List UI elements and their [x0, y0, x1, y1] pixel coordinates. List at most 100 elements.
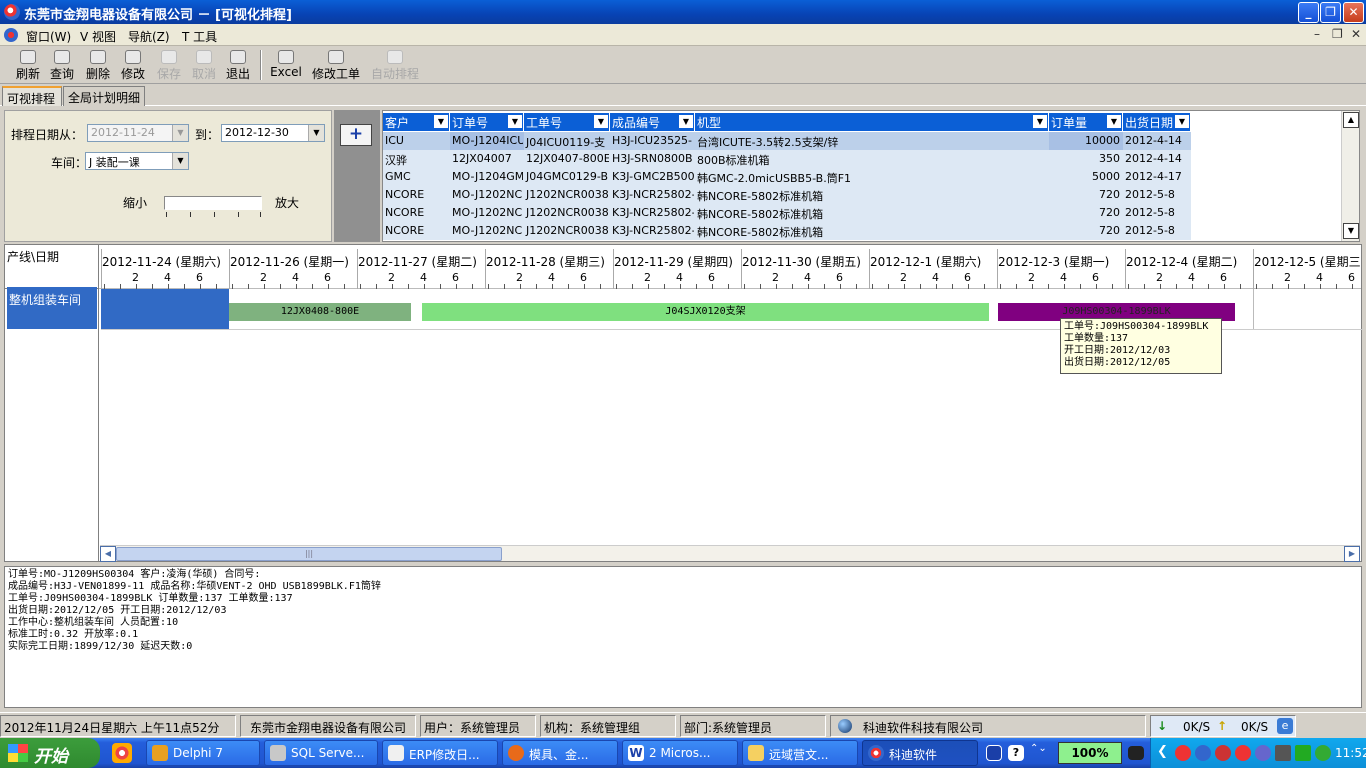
- menu-view[interactable]: V 视图: [80, 28, 116, 45]
- taskbar-item[interactable]: SQL Serve...: [264, 740, 378, 766]
- windows-logo-icon: [8, 744, 28, 762]
- mdi-restore-button[interactable]: ❐: [1332, 27, 1343, 41]
- taskbar-item-active[interactable]: 科迪软件: [862, 740, 978, 766]
- tray-app-icon[interactable]: [1255, 745, 1271, 761]
- date-to-picker[interactable]: 2012-12-30 ▼: [221, 124, 325, 142]
- keyboard-icon[interactable]: [986, 745, 1002, 761]
- tray-expand-icon[interactable]: ❮: [1157, 744, 1168, 759]
- detail-line: 订单号:MO-J1209HS00304 客户:凌海(华硕) 合同号:: [8, 569, 261, 580]
- date-from-picker[interactable]: 2012-11-24 ▼: [87, 124, 189, 142]
- table-cell: K3J-NCR25802-: [612, 188, 695, 201]
- taskbar-item[interactable]: Delphi 7: [146, 740, 260, 766]
- power-plug-icon[interactable]: [1128, 746, 1144, 760]
- excel-button[interactable]: Excel: [268, 50, 304, 82]
- grid-column-header[interactable]: 客户 ▼: [383, 113, 450, 131]
- gantt-line-row[interactable]: 整机组装车间: [7, 287, 97, 329]
- gantt-tooltip: 工单号:J09HS00304-1899BLK 工单数量:137 开工日期:201…: [1060, 318, 1222, 374]
- gantt-horizontal-scrollbar[interactable]: ◀ ||| ▶: [100, 545, 1360, 562]
- filter-dropdown-icon[interactable]: ▼: [508, 115, 522, 128]
- save-button[interactable]: 保存: [155, 50, 183, 82]
- scroll-left-arrow[interactable]: ◀: [100, 546, 116, 562]
- tab-global-plan[interactable]: 全局计划明细: [63, 86, 145, 106]
- taskbar-item[interactable]: W2 Micros...: [622, 740, 738, 766]
- zoom-slider[interactable]: [164, 196, 262, 210]
- start-button[interactable]: 开始: [0, 738, 100, 768]
- edit-button[interactable]: 修改: [119, 50, 147, 82]
- filter-dropdown-icon[interactable]: ▼: [434, 115, 448, 128]
- table-row[interactable]: NCORE MO-J1202NC J1202NCR0038 K3J-NCR25802-…: [383, 186, 1191, 204]
- zoom-indicator[interactable]: 100%: [1058, 742, 1122, 764]
- taskbar-item[interactable]: 模具、金...: [502, 740, 618, 766]
- refresh-button[interactable]: 刷新: [14, 50, 42, 82]
- exit-button[interactable]: 退出: [224, 50, 252, 82]
- grid-column-header[interactable]: 机型 ▼: [695, 113, 1049, 131]
- column-header-label: 出货日期: [1125, 116, 1174, 130]
- quicklaunch-icon[interactable]: [112, 743, 132, 763]
- grid-column-header[interactable]: 订单号 ▼: [450, 113, 524, 131]
- add-button[interactable]: +: [340, 124, 372, 146]
- edit-workorder-button[interactable]: 修改工单: [310, 50, 362, 82]
- tray-clock[interactable]: 11:52: [1335, 746, 1366, 760]
- tray-app-icon[interactable]: [1195, 745, 1211, 761]
- table-cell: NCORE: [385, 224, 425, 237]
- maximize-button[interactable]: ❐: [1320, 2, 1341, 23]
- table-row[interactable]: GMC MO-J1204GM J04GMC0129-B K3J-GMC2B500 韩GM…: [383, 168, 1191, 186]
- query-button[interactable]: 查询: [48, 50, 76, 82]
- scroll-down-arrow[interactable]: ▼: [1343, 223, 1359, 239]
- tab-visual-schedule[interactable]: 可视排程: [2, 86, 62, 106]
- menu-tools[interactable]: T 工具: [182, 28, 217, 45]
- filter-dropdown-icon[interactable]: ▼: [594, 115, 608, 128]
- tray-info-icon[interactable]: [1315, 745, 1331, 761]
- filter-dropdown-icon[interactable]: ▼: [1175, 115, 1189, 128]
- chevron-down-icon[interactable]: ▼: [172, 153, 188, 169]
- table-row[interactable]: 汉骅 12JX04007 12JX0407-800E H3J-SRN0800B 800B…: [383, 150, 1191, 168]
- gantt-tick-mark: [248, 284, 249, 289]
- tray-security-icon[interactable]: [1295, 745, 1311, 761]
- taskbar-item[interactable]: 远域营文...: [742, 740, 858, 766]
- scroll-right-arrow[interactable]: ▶: [1344, 546, 1360, 562]
- gantt-tick-mark: [1032, 284, 1033, 289]
- tray-app-icon[interactable]: [1215, 745, 1231, 761]
- filter-dropdown-icon[interactable]: ▼: [1033, 115, 1047, 128]
- ie-icon[interactable]: e: [1277, 718, 1293, 734]
- taskbar-item[interactable]: ERP修改日...: [382, 740, 498, 766]
- workorder-detail-panel: 订单号:MO-J1209HS00304 客户:凌海(华硕) 合同号: 成品编号:…: [4, 566, 1362, 708]
- workshop-select[interactable]: J 装配一课 ▼: [85, 152, 189, 170]
- cancel-button[interactable]: 取消: [190, 50, 218, 82]
- delete-button[interactable]: 删除: [84, 50, 112, 82]
- help-icon[interactable]: ?: [1008, 745, 1024, 761]
- gantt-bar[interactable]: 12JX0408-800E: [229, 303, 411, 321]
- auto-schedule-button[interactable]: 自动排程: [369, 50, 421, 82]
- gantt-hour-tick-label: 6: [580, 271, 587, 284]
- gantt-day-header: 2012-11-29 (星期四) 2 4 6: [613, 249, 741, 289]
- table-row[interactable]: NCORE MO-J1202NC J1202NCR0038 K3J-NCR25802-…: [383, 222, 1191, 240]
- gantt-line-column: 产线\日期 整机组装车间: [5, 245, 99, 561]
- chevron-down-icon[interactable]: ▼: [172, 125, 188, 141]
- chevron-down-icon[interactable]: ▼: [308, 125, 324, 141]
- scroll-up-arrow[interactable]: ▲: [1343, 112, 1359, 128]
- grid-column-header[interactable]: 工单号 ▼: [524, 113, 610, 131]
- grid-column-header[interactable]: 订单量 ▼: [1049, 113, 1123, 131]
- tray-app-icon[interactable]: [1235, 745, 1251, 761]
- filter-dropdown-icon[interactable]: ▼: [1107, 115, 1121, 128]
- menu-window[interactable]: 窗口(W): [26, 28, 71, 45]
- mdi-close-button[interactable]: ✕: [1351, 27, 1361, 41]
- table-row[interactable]: ICU MO-J1204ICU J04ICU0119-支 H3J-ICU23525- 台…: [383, 132, 1191, 150]
- gantt-tick-mark: [584, 284, 585, 289]
- table-cell: 720: [1099, 188, 1120, 201]
- mdi-minimize-button[interactable]: –: [1314, 27, 1320, 41]
- table-row[interactable]: NCORE MO-J1202NC J1202NCR0038 K3J-NCR25802-…: [383, 204, 1191, 222]
- minimize-button[interactable]: _: [1298, 2, 1319, 23]
- tray-network-icon[interactable]: [1275, 745, 1291, 761]
- gantt-selected-cell[interactable]: [101, 289, 229, 329]
- tray-app-icon[interactable]: [1175, 745, 1191, 761]
- scroll-thumb[interactable]: |||: [116, 547, 502, 561]
- language-bar-icon[interactable]: ⌃⌄: [1030, 744, 1047, 761]
- filter-dropdown-icon[interactable]: ▼: [679, 115, 693, 128]
- grid-vertical-scrollbar[interactable]: ▲ ▼: [1341, 111, 1359, 241]
- close-button[interactable]: ✕: [1343, 2, 1364, 23]
- grid-column-header[interactable]: 出货日期 ▼: [1123, 113, 1191, 131]
- gantt-bar[interactable]: J04SJX0120支架: [422, 303, 989, 321]
- menu-navigate[interactable]: 导航(Z): [128, 28, 170, 45]
- grid-column-header[interactable]: 成品编号 ▼: [610, 113, 695, 131]
